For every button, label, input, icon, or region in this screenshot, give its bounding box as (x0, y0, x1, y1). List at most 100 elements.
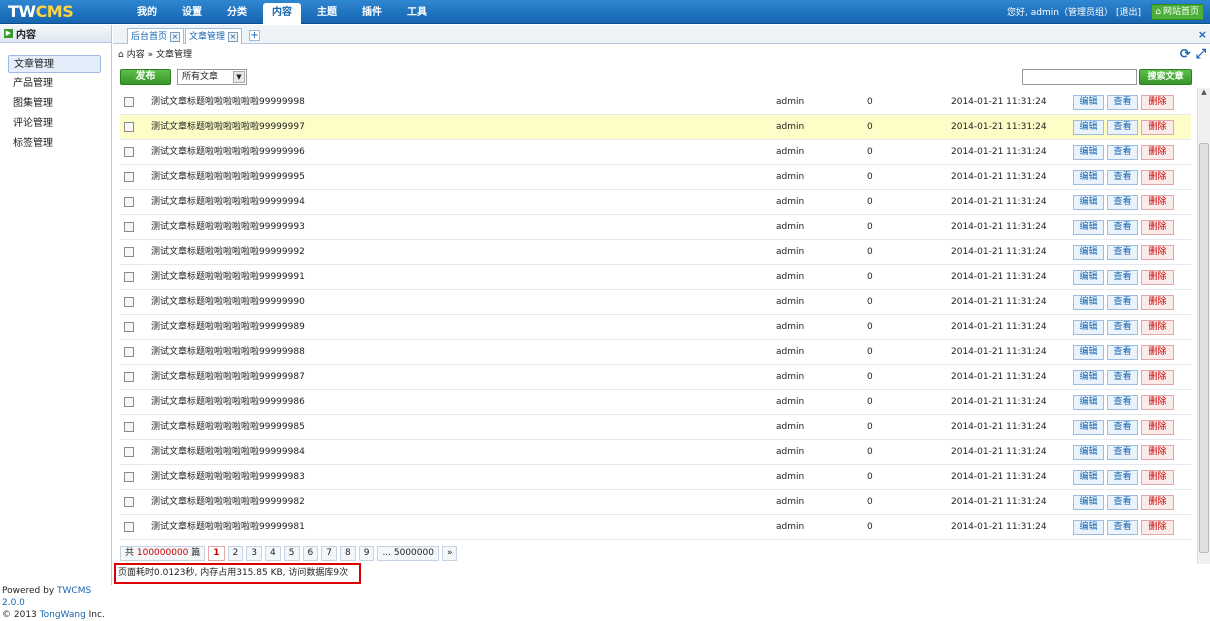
delete-button[interactable]: 删除 (1141, 95, 1174, 110)
delete-button[interactable]: 删除 (1141, 295, 1174, 310)
view-button[interactable]: 查看 (1107, 295, 1138, 310)
fullscreen-icon[interactable]: ⤢ (1196, 47, 1206, 62)
sidebar-item[interactable]: 产品管理 (8, 75, 101, 93)
article-title[interactable]: 测试文章标题啦啦啦啦啦啦99999993 (151, 215, 305, 240)
close-icon[interactable]: × (170, 31, 181, 42)
copyright-link[interactable]: TongWang (40, 610, 86, 620)
row-checkbox[interactable] (124, 472, 134, 482)
sidebar-item[interactable]: 图集管理 (8, 95, 101, 113)
row-checkbox[interactable] (124, 172, 134, 182)
page-link[interactable]: 9 (358, 546, 375, 561)
edit-button[interactable]: 编辑 (1073, 495, 1104, 510)
page-link[interactable]: 1 (208, 546, 225, 561)
nav-item[interactable]: 内容 (263, 3, 301, 24)
view-button[interactable]: 查看 (1107, 170, 1138, 185)
article-title[interactable]: 测试文章标题啦啦啦啦啦啦99999981 (151, 515, 305, 540)
view-button[interactable]: 查看 (1107, 395, 1138, 410)
delete-button[interactable]: 删除 (1141, 270, 1174, 285)
row-checkbox[interactable] (124, 322, 134, 332)
article-title[interactable]: 测试文章标题啦啦啦啦啦啦99999988 (151, 340, 305, 365)
site-home-button[interactable]: ⌂ 网站首页 (1151, 4, 1204, 20)
view-button[interactable]: 查看 (1107, 245, 1138, 260)
delete-button[interactable]: 删除 (1141, 470, 1174, 485)
add-tab-button[interactable]: + (249, 30, 260, 41)
view-button[interactable]: 查看 (1107, 495, 1138, 510)
article-title[interactable]: 测试文章标题啦啦啦啦啦啦99999984 (151, 440, 305, 465)
row-checkbox[interactable] (124, 122, 134, 132)
logout-link[interactable]: [退出] (1116, 5, 1141, 18)
sidebar-item[interactable]: 标签管理 (8, 135, 101, 153)
page-link[interactable]: 2 (227, 546, 244, 561)
edit-button[interactable]: 编辑 (1073, 170, 1104, 185)
row-checkbox[interactable] (124, 347, 134, 357)
delete-button[interactable]: 删除 (1141, 345, 1174, 360)
nav-item[interactable]: 我的 (128, 3, 166, 24)
edit-button[interactable]: 编辑 (1073, 95, 1104, 110)
row-checkbox[interactable] (124, 247, 134, 257)
page-link[interactable]: 7 (321, 546, 337, 561)
search-input[interactable] (1022, 69, 1137, 85)
article-title[interactable]: 测试文章标题啦啦啦啦啦啦99999997 (151, 115, 305, 140)
page-link[interactable]: 4 (265, 546, 281, 561)
article-title[interactable]: 测试文章标题啦啦啦啦啦啦99999995 (151, 165, 305, 190)
edit-button[interactable]: 编辑 (1073, 145, 1104, 160)
view-button[interactable]: 查看 (1107, 220, 1138, 235)
row-checkbox[interactable] (124, 197, 134, 207)
page-link[interactable]: 8 (339, 546, 356, 561)
publish-button[interactable]: 发布 (120, 69, 171, 85)
row-checkbox[interactable] (124, 397, 134, 407)
article-title[interactable]: 测试文章标题啦啦啦啦啦啦99999994 (151, 190, 305, 215)
edit-button[interactable]: 编辑 (1073, 420, 1104, 435)
article-title[interactable]: 测试文章标题啦啦啦啦啦啦99999982 (151, 490, 305, 515)
edit-button[interactable]: 编辑 (1073, 395, 1104, 410)
edit-button[interactable]: 编辑 (1073, 345, 1104, 360)
edit-button[interactable]: 编辑 (1073, 470, 1104, 485)
article-title[interactable]: 测试文章标题啦啦啦啦啦啦99999998 (151, 90, 305, 115)
delete-button[interactable]: 删除 (1141, 220, 1174, 235)
delete-button[interactable]: 删除 (1141, 520, 1174, 535)
article-title[interactable]: 测试文章标题啦啦啦啦啦啦99999991 (151, 265, 305, 290)
delete-button[interactable]: 删除 (1141, 370, 1174, 385)
view-button[interactable]: 查看 (1107, 420, 1138, 435)
tab-article-management[interactable]: 文章管理 × (185, 28, 243, 44)
article-title[interactable]: 测试文章标题啦啦啦啦啦啦99999986 (151, 390, 305, 415)
delete-button[interactable]: 删除 (1141, 195, 1174, 210)
sidebar-item[interactable]: 文章管理 (8, 55, 101, 73)
view-button[interactable]: 查看 (1107, 320, 1138, 335)
view-button[interactable]: 查看 (1107, 370, 1138, 385)
edit-button[interactable]: 编辑 (1073, 245, 1104, 260)
view-button[interactable]: 查看 (1107, 445, 1138, 460)
edit-button[interactable]: 编辑 (1073, 220, 1104, 235)
last-page-link[interactable]: ... 5000000 (377, 546, 439, 561)
page-link[interactable]: 6 (302, 546, 319, 561)
app-logo[interactable]: TWCMS (8, 2, 74, 22)
row-checkbox[interactable] (124, 372, 134, 382)
edit-button[interactable]: 编辑 (1073, 445, 1104, 460)
edit-button[interactable]: 编辑 (1073, 370, 1104, 385)
article-title[interactable]: 测试文章标题啦啦啦啦啦啦99999992 (151, 240, 305, 265)
article-title[interactable]: 测试文章标题啦啦啦啦啦啦99999985 (151, 415, 305, 440)
row-checkbox[interactable] (124, 422, 134, 432)
nav-item[interactable]: 主题 (308, 3, 346, 24)
delete-button[interactable]: 删除 (1141, 320, 1174, 335)
edit-button[interactable]: 编辑 (1073, 520, 1104, 535)
delete-button[interactable]: 删除 (1141, 495, 1174, 510)
nav-item[interactable]: 设置 (173, 3, 211, 24)
article-title[interactable]: 测试文章标题啦啦啦啦啦啦99999987 (151, 365, 305, 390)
row-checkbox[interactable] (124, 97, 134, 107)
row-checkbox[interactable] (124, 147, 134, 157)
search-articles-button[interactable]: 搜索文章 (1139, 69, 1192, 85)
article-title[interactable]: 测试文章标题啦啦啦啦啦啦99999989 (151, 315, 305, 340)
row-checkbox[interactable] (124, 272, 134, 282)
view-button[interactable]: 查看 (1107, 520, 1138, 535)
article-title[interactable]: 测试文章标题啦啦啦啦啦啦99999996 (151, 140, 305, 165)
delete-button[interactable]: 删除 (1141, 145, 1174, 160)
delete-button[interactable]: 删除 (1141, 245, 1174, 260)
delete-button[interactable]: 删除 (1141, 170, 1174, 185)
view-button[interactable]: 查看 (1107, 270, 1138, 285)
nav-item[interactable]: 分类 (218, 3, 256, 24)
row-checkbox[interactable] (124, 297, 134, 307)
view-button[interactable]: 查看 (1107, 195, 1138, 210)
delete-button[interactable]: 删除 (1141, 420, 1174, 435)
scroll-up-icon[interactable]: ▲ (1198, 88, 1210, 100)
